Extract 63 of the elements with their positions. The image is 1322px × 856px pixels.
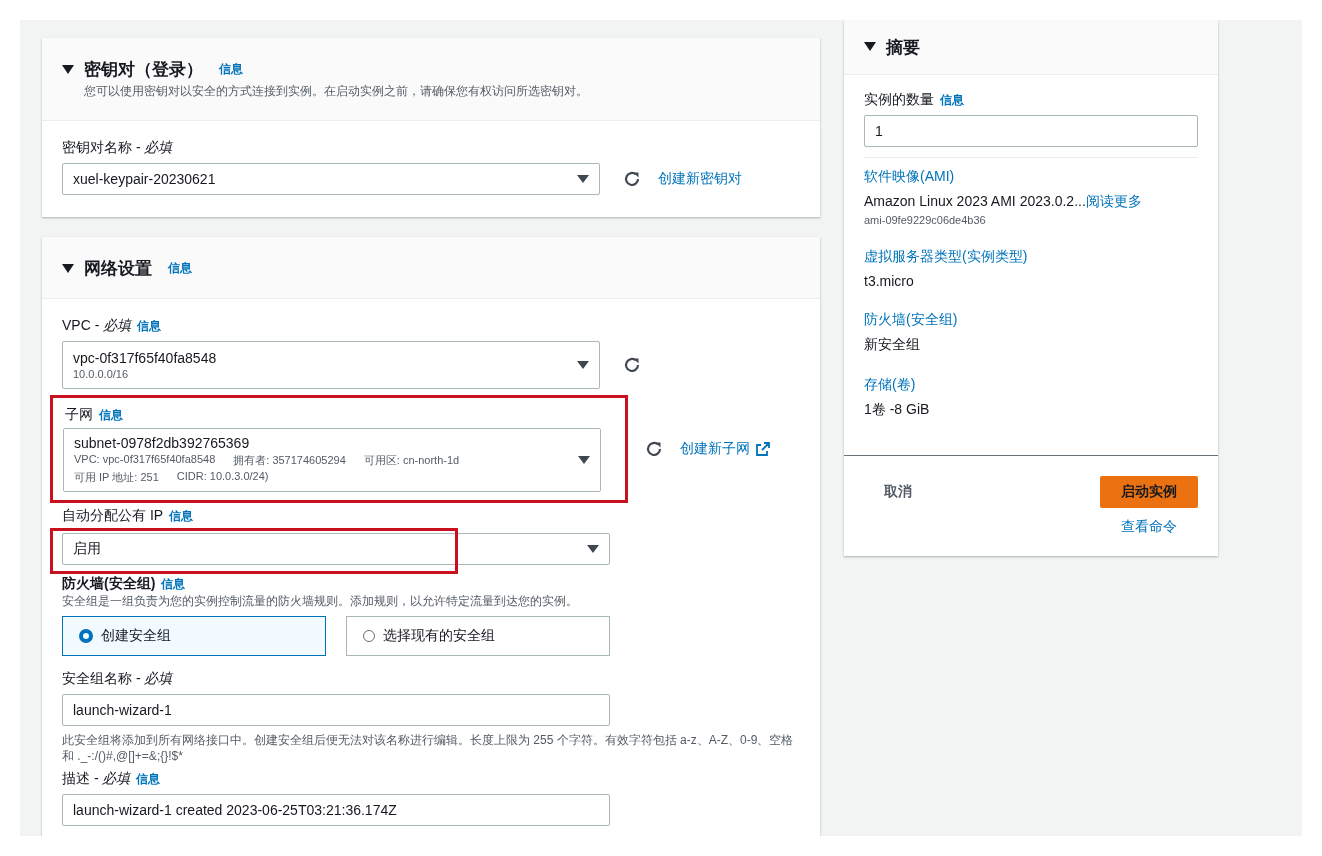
summary-value: 1卷 -8 GiB [864,401,930,417]
info-link[interactable]: 信息 [219,61,243,78]
summary-item-link[interactable]: 存储(卷) [864,376,1198,394]
caret-icon [578,456,590,464]
field-description: 安全组是一组负责为您的实例控制流量的防火墙规则。添加规则，以允许特定流量到达您的实例。 [62,593,579,610]
info-link[interactable]: 信息 [940,92,964,109]
subnet-detail: 拥有者: 357174605294 [233,453,346,468]
field-hint: 此安全组将添加到所有网络接口中。创建安全组后便无法对该名称进行编辑。长度上限为 255 个字符。有效字符包括 a-z、A-Z、0-9、空格和 ._-:/()#,@[]+=&;{}!$* [62,732,795,764]
summary-value: t3.micro [864,273,914,289]
field-label: 子网 [65,406,93,424]
refresh-icon[interactable] [622,169,642,189]
description-field[interactable]: launch-wizard-1 created 2023-06-25T03:21:36.174Z [62,794,610,826]
section-title: 网络设置 [84,258,152,280]
external-link-icon[interactable] [756,442,770,456]
caret-icon [587,545,599,553]
field-label: 防火墙(安全组) [62,575,156,593]
subnet-detail: CIDR: 10.0.3.0/24) [176,470,269,484]
field-label: 实例的数量 [864,91,934,109]
refresh-icon[interactable] [622,355,642,375]
caret-icon[interactable] [62,64,74,75]
field-label: 安全组名称 - 必填 [62,670,173,688]
info-link[interactable]: 信息 [169,508,194,525]
caret-icon[interactable] [62,263,74,274]
ami-id: ami-09fe9229c06de4b36 [864,214,987,226]
view-command-link[interactable]: 查看命令 [1121,518,1177,536]
caret-icon [577,361,589,369]
refresh-icon[interactable] [644,439,664,459]
summary-item-link[interactable]: 防火墙(安全组) [864,311,1198,329]
vpc-select[interactable]: vpc-0f317f65f40fa8548 10.0.0.0/16 [62,341,600,389]
info-link[interactable]: 信息 [168,260,192,277]
summary-item-link[interactable]: 软件映像(AMI) [864,168,1198,186]
info-link[interactable]: 信息 [99,407,123,424]
field-label: 描述 - 必填 [62,770,131,788]
section-title: 密钥对（登录） [84,59,203,81]
launch-instance-button[interactable]: 启动实例 [1100,476,1198,508]
summary-title: 摘要 [886,36,920,59]
caret-icon[interactable] [864,42,876,52]
subnet-detail: VPC: vpc-0f317f65f40fa8548 [74,453,216,467]
key-pair-select[interactable]: xuel-keypair-20230621 [62,163,600,195]
field-label: 自动分配公有 IP [62,507,164,525]
create-subnet-link[interactable]: 创建新子网 [680,440,750,458]
instance-count-field[interactable]: 1 [864,115,1198,147]
info-link[interactable]: 信息 [136,771,161,788]
public-ip-select[interactable]: 启用 [62,533,610,565]
radio-tile[interactable]: 选择现有的安全组 [346,616,610,656]
radio-tile[interactable]: 创建安全组 [62,616,326,656]
security-group-name-field[interactable]: launch-wizard-1 [62,694,610,726]
field-label: 密钥对名称 - 必填 [62,139,173,157]
subnet-detail: 可用 IP 地址: 251 [74,470,159,485]
summary-item-link[interactable]: 虚拟服务器类型(实例类型) [864,248,1198,266]
subnet-select[interactable]: subnet-0978f2db392765369 VPC: vpc-0f317f65f40fa8548 拥有者: 357174605294 可用区: cn-north-1d 可用 IP 地址: 251 CIDR: 10.0.3.0/24) [63,428,601,492]
info-link[interactable]: 信息 [161,576,186,593]
create-key-pair-link[interactable]: 创建新密钥对 [658,170,742,188]
field-label: VPC - 必填 [62,317,132,335]
radio-button[interactable] [79,629,93,643]
summary-value: 新安全组 [864,336,920,352]
caret-icon [577,175,589,183]
section-description: 您可以使用密钥对以安全的方式连接到实例。在启动实例之前，请确保您有权访问所选密钥对。 [84,83,589,100]
cancel-button[interactable]: 取消 [864,476,932,508]
summary-value: Amazon Linux 2023 AMI 2023.0.2... [864,193,1086,209]
subnet-detail: 可用区: cn-north-1d [363,453,460,468]
info-link[interactable]: 信息 [137,318,162,335]
read-more-link[interactable]: 阅读更多 [1085,193,1142,209]
